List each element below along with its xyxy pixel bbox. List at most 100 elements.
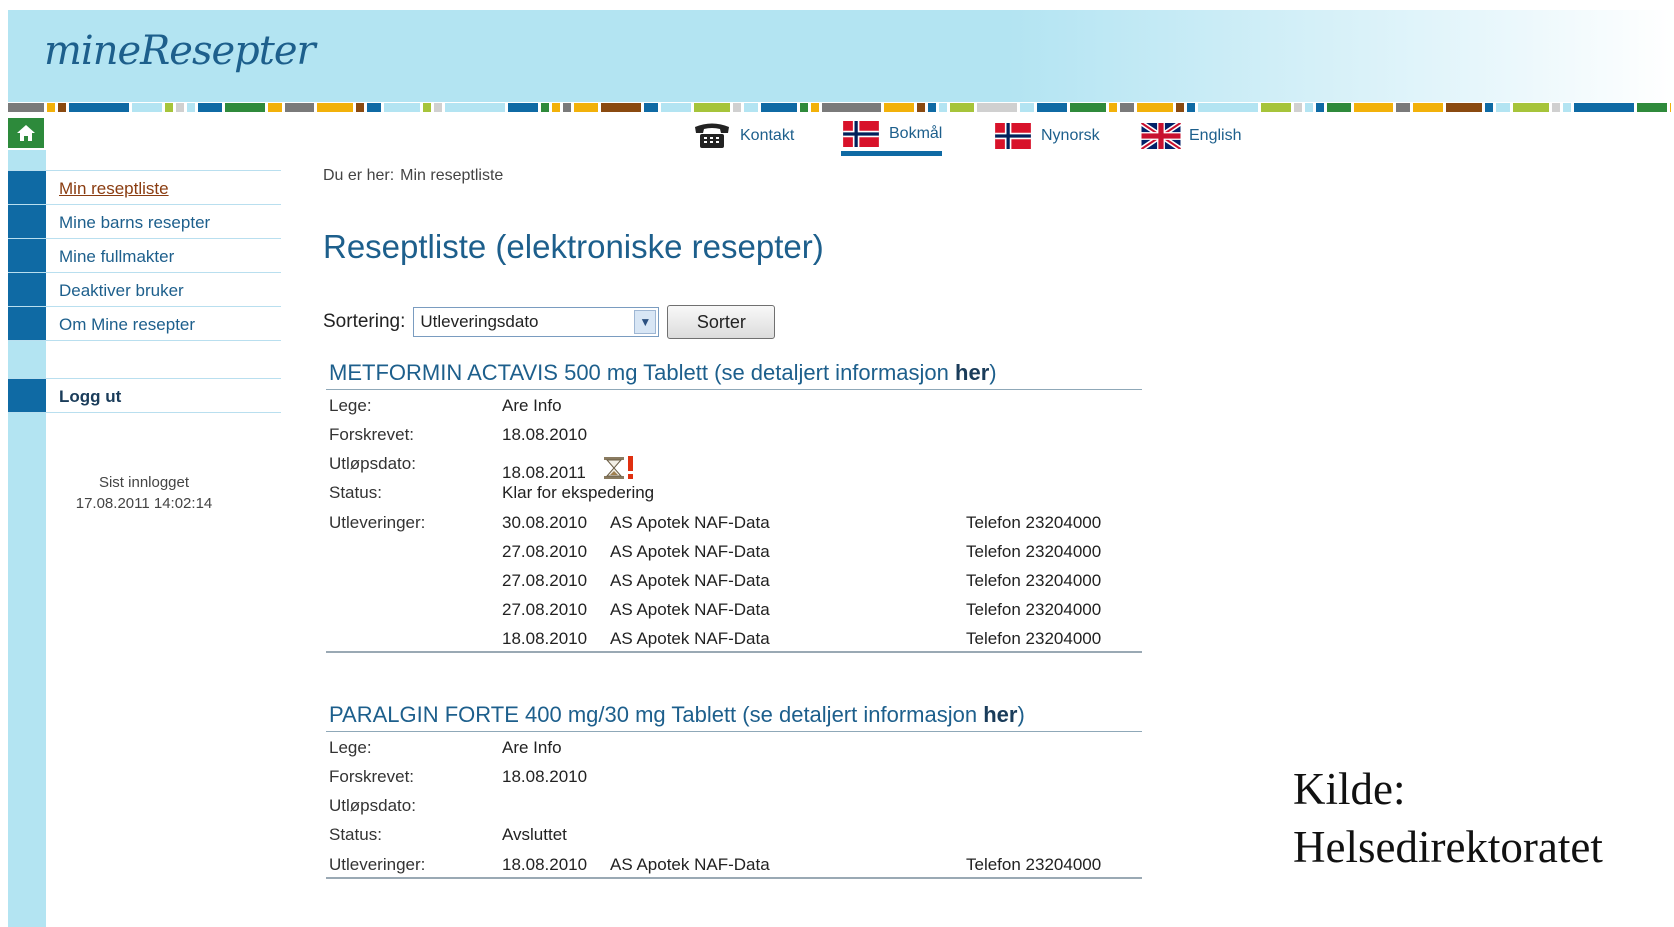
- details-link[interactable]: her: [955, 360, 989, 385]
- delivery-phone: Telefon 23204000: [966, 600, 1102, 619]
- delivery-pharmacy: AS Apotek NAF-Data: [610, 571, 770, 590]
- credit-line-2: Helsedirektoratet: [1293, 822, 1603, 872]
- field-row: Lege: Are Info: [326, 732, 1142, 761]
- field-label: Lege:: [329, 396, 372, 415]
- breadcrumb-prefix: Du er her:: [323, 167, 395, 184]
- lang-bokmal-link[interactable]: Bokmål: [841, 116, 943, 156]
- lang-bokmal-label: Bokmål: [889, 124, 943, 142]
- breadcrumb: Du er her: Min reseptliste: [323, 167, 503, 185]
- breadcrumb-current: Min reseptliste: [400, 167, 504, 184]
- delivery-phone: Telefon 23204000: [966, 571, 1102, 590]
- sidebar-item-min-reseptliste[interactable]: Min reseptliste: [8, 170, 281, 204]
- sidebar-item-om-mine-resepter[interactable]: Om Mine resepter: [8, 306, 281, 340]
- sidebar-item-deaktiver-bruker[interactable]: Deaktiver bruker: [8, 272, 281, 306]
- sort-select[interactable]: Utleveringsdato ▼: [413, 307, 660, 337]
- field-value: 18.08.2010: [502, 425, 588, 444]
- delivery-date: 27.08.2010: [502, 600, 588, 619]
- sort-button[interactable]: Sorter: [667, 305, 776, 339]
- field-value: Are Info: [502, 738, 562, 757]
- lang-nynorsk-label: Nynorsk: [1041, 127, 1100, 144]
- prescription-name: PARALGIN FORTE 400 mg/30 mg Tablett: [329, 702, 737, 727]
- sidebar-item-label: Mine fullmakter: [59, 247, 175, 266]
- field-row: Utløpsdato: 18.08.2011: [326, 448, 1142, 482]
- last-login-info: Sist innlogget 17.08.2011 14:02:14: [50, 472, 238, 514]
- field-value: Are Info: [502, 396, 562, 415]
- contact-link[interactable]: Kontakt: [692, 116, 794, 156]
- delivery-row: 27.08.2010 AS Apotek NAF-Data Telefon 23…: [326, 535, 1142, 564]
- field-row: Status: Klar for ekspedering: [326, 477, 1142, 506]
- prescription-name: METFORMIN ACTAVIS 500 mg Tablett: [329, 360, 708, 385]
- delivery-pharmacy: AS Apotek NAF-Data: [610, 855, 770, 874]
- prescription-card: METFORMIN ACTAVIS 500 mg Tablett (se det…: [326, 360, 1142, 653]
- delivery-phone: Telefon 23204000: [966, 855, 1102, 874]
- field-row: Forskrevet: 18.08.2010: [326, 419, 1142, 448]
- delivery-row: 27.08.2010 AS Apotek NAF-Data Telefon 23…: [326, 564, 1142, 593]
- chevron-down-icon[interactable]: ▼: [634, 310, 657, 334]
- sidebar-item-label: Min reseptliste: [59, 179, 169, 198]
- sidebar: Min reseptliste Mine barns resepter Mine…: [8, 170, 281, 414]
- sidebar-item-mine-fullmakter[interactable]: Mine fullmakter: [8, 238, 281, 272]
- delivery-pharmacy: AS Apotek NAF-Data: [610, 513, 770, 532]
- delivery-row: Utleveringer: 18.08.2010 AS Apotek NAF-D…: [326, 848, 1142, 879]
- lang-english-label: English: [1189, 127, 1242, 144]
- sort-select-value: Utleveringsdato: [420, 312, 539, 331]
- sidebar-item-label: Om Mine resepter: [59, 315, 196, 334]
- source-credit: Kilde: Helsedirektoratet: [1293, 760, 1603, 876]
- sidebar-item-mine-barns-resepter[interactable]: Mine barns resepter: [8, 204, 281, 238]
- header-banner: mineResepter: [8, 10, 1674, 102]
- delivery-date: 18.08.2010: [502, 629, 588, 648]
- delivery-date: 18.08.2010: [502, 855, 588, 874]
- field-label: Utløpsdato:: [329, 454, 416, 473]
- delivery-date: 27.08.2010: [502, 542, 588, 561]
- field-label: Status:: [329, 483, 382, 502]
- sidebar-item-label: Deaktiver bruker: [59, 281, 184, 300]
- lang-nynorsk-link[interactable]: Nynorsk: [993, 116, 1100, 156]
- field-label: Forskrevet:: [329, 425, 415, 444]
- deliveries-label: Utleveringer:: [329, 513, 426, 532]
- field-row: Forskrevet: 18.08.2010: [326, 761, 1142, 790]
- lang-english-link[interactable]: English: [1141, 116, 1241, 156]
- delivery-row: Utleveringer: 30.08.2010 AS Apotek NAF-D…: [326, 506, 1142, 535]
- decorative-color-stripe: [8, 103, 1674, 112]
- delivery-row: 27.08.2010 AS Apotek NAF-Data Telefon 23…: [326, 593, 1142, 622]
- top-navigation: Kontakt Bokmål Nynorsk English: [0, 116, 1674, 156]
- delivery-pharmacy: AS Apotek NAF-Data: [610, 600, 770, 619]
- delivery-phone: Telefon 23204000: [966, 629, 1102, 648]
- prescription-card: PARALGIN FORTE 400 mg/30 mg Tablett (se …: [326, 702, 1142, 879]
- prescription-header: METFORMIN ACTAVIS 500 mg Tablett (se det…: [326, 360, 1142, 390]
- page-title: Reseptliste (elektroniske resepter): [323, 228, 824, 265]
- logout-label: Logg ut: [59, 387, 122, 406]
- field-label: Lege:: [329, 738, 372, 757]
- last-login-label: Sist innlogget: [98, 474, 190, 491]
- sort-label: Sortering:: [323, 311, 406, 332]
- delivery-phone: Telefon 23204000: [966, 542, 1102, 561]
- details-link[interactable]: her: [983, 702, 1017, 727]
- delivery-date: 30.08.2010: [502, 513, 588, 532]
- field-label: Utløpsdato:: [329, 796, 416, 815]
- field-row: Utløpsdato:: [326, 790, 1142, 819]
- delivery-pharmacy: AS Apotek NAF-Data: [610, 629, 770, 648]
- field-row: Lege: Are Info: [326, 390, 1142, 419]
- telephone-icon: [695, 123, 729, 148]
- flag-norway-icon: [843, 120, 879, 147]
- field-value: Avsluttet: [502, 825, 567, 844]
- deliveries-label: Utleveringer:: [329, 855, 426, 874]
- delivery-date: 27.08.2010: [502, 571, 588, 590]
- delivery-row: 18.08.2010 AS Apotek NAF-Data Telefon 23…: [326, 622, 1142, 653]
- field-label: Forskrevet:: [329, 767, 415, 786]
- flag-norway-icon: [995, 123, 1031, 149]
- flag-uk-icon: [1141, 123, 1181, 149]
- delivery-phone: Telefon 23204000: [966, 513, 1102, 532]
- logout-button[interactable]: Logg ut: [8, 378, 281, 412]
- prescription-header: PARALGIN FORTE 400 mg/30 mg Tablett (se …: [326, 702, 1142, 732]
- sidebar-item-label: Mine barns resepter: [59, 213, 211, 232]
- delivery-pharmacy: AS Apotek NAF-Data: [610, 542, 770, 561]
- sort-controls: Sortering: Utleveringsdato ▼ Sorter: [323, 305, 776, 339]
- credit-line-1: Kilde:: [1293, 764, 1406, 814]
- field-value: 18.08.2010: [502, 767, 588, 786]
- contact-label: Kontakt: [740, 127, 795, 144]
- field-value: Klar for ekspedering: [502, 483, 655, 502]
- field-row: Status: Avsluttet: [326, 819, 1142, 848]
- app-root: mineResepter Kontakt Bokmål Nynorsk Engl…: [0, 0, 1674, 927]
- app-logo[interactable]: mineResepter: [44, 28, 316, 74]
